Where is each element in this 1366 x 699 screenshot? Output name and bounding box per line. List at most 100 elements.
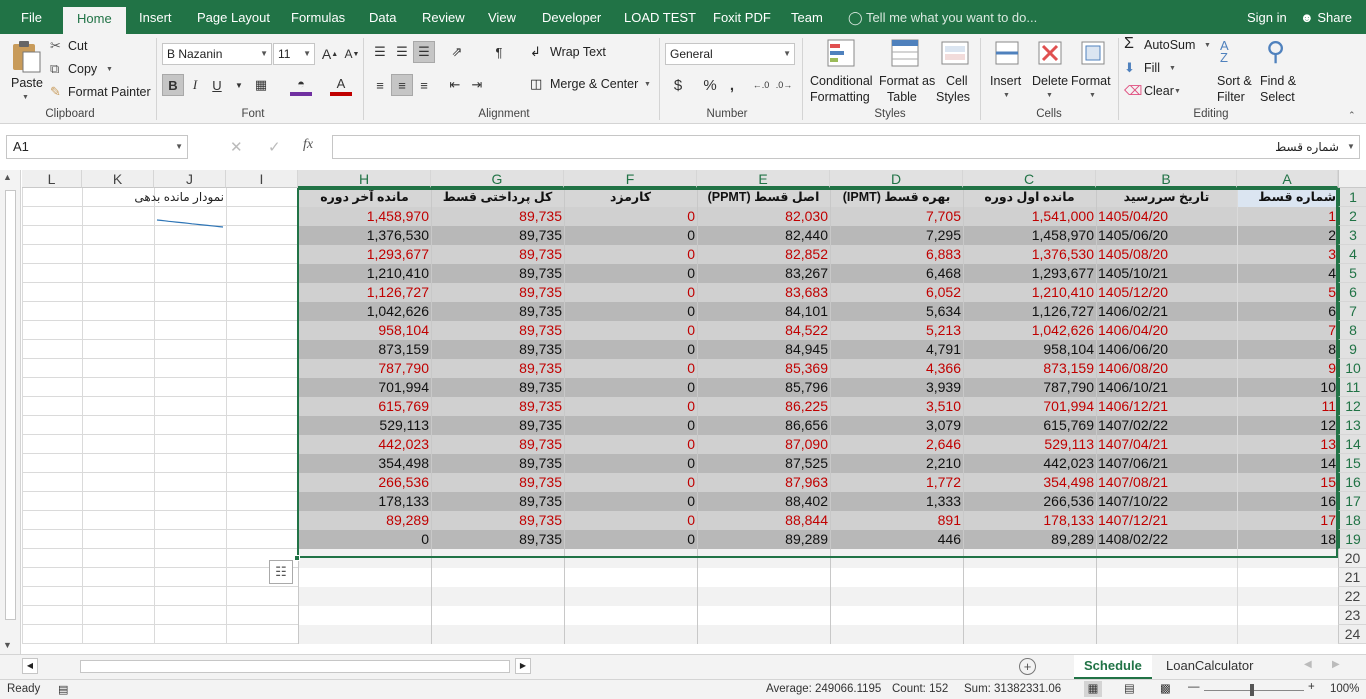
next-sheet-icon[interactable]: ▶ bbox=[1332, 659, 1340, 670]
format-as-table-button[interactable]: Format as Table bbox=[876, 36, 935, 104]
table-cell-c[interactable]: 1,458,970 bbox=[963, 226, 1096, 245]
column-header-l[interactable]: L bbox=[22, 170, 82, 188]
table-cell-b[interactable]: 1407/06/21 bbox=[1096, 454, 1237, 473]
table-cell-g[interactable]: 89,735 bbox=[431, 302, 564, 321]
table-cell-e[interactable]: 87,963 bbox=[697, 473, 830, 492]
row-header[interactable]: 12 bbox=[1338, 397, 1366, 416]
table-cell-d[interactable]: 6,883 bbox=[830, 245, 963, 264]
tab-home[interactable]: Home bbox=[63, 7, 126, 34]
table-cell-d[interactable]: 3,079 bbox=[830, 416, 963, 435]
table-cell-d[interactable]: 5,213 bbox=[830, 321, 963, 340]
row-header[interactable]: 18 bbox=[1338, 511, 1366, 530]
table-cell-h[interactable]: 354,498 bbox=[298, 454, 431, 473]
page-layout-view-icon[interactable]: ▤ bbox=[1124, 681, 1135, 695]
row-header[interactable]: 19 bbox=[1338, 530, 1366, 549]
table-cell-b[interactable]: 1407/10/22 bbox=[1096, 492, 1237, 511]
table-cell-b[interactable]: 1406/02/21 bbox=[1096, 302, 1237, 321]
table-cell-h[interactable]: 89,289 bbox=[298, 511, 431, 530]
table-cell-d[interactable]: 6,468 bbox=[830, 264, 963, 283]
orientation-icon[interactable]: ⇗ bbox=[446, 41, 468, 63]
table-cell-a[interactable]: 1 bbox=[1237, 207, 1338, 226]
table-cell-f[interactable]: 0 bbox=[564, 378, 697, 397]
table-cell-e[interactable]: 86,656 bbox=[697, 416, 830, 435]
row-header[interactable]: 23 bbox=[1338, 606, 1366, 625]
table-cell-c[interactable]: 1,126,727 bbox=[963, 302, 1096, 321]
table-cell-b[interactable]: 1405/06/20 bbox=[1096, 226, 1237, 245]
cancel-entry-icon[interactable]: ✕ bbox=[230, 138, 243, 156]
zoom-in-icon[interactable]: + bbox=[1308, 681, 1315, 693]
quick-analysis-icon[interactable]: ☷ bbox=[269, 560, 293, 584]
row-header[interactable]: 1 bbox=[1338, 188, 1366, 207]
table-cell-g[interactable]: 89,735 bbox=[431, 321, 564, 340]
table-cell-g[interactable]: 89,735 bbox=[431, 283, 564, 302]
table-cell-d[interactable]: 6,052 bbox=[830, 283, 963, 302]
table-cell-f[interactable]: 0 bbox=[564, 397, 697, 416]
table-cell-h[interactable]: 1,210,410 bbox=[298, 264, 431, 283]
table-cell-a[interactable]: 12 bbox=[1237, 416, 1338, 435]
table-cell-h[interactable]: 0 bbox=[298, 530, 431, 549]
name-box[interactable]: A1 ▼ bbox=[6, 135, 188, 159]
decrease-font-icon[interactable]: A ▼ bbox=[341, 43, 363, 65]
table-header-b[interactable]: تاریخ سررسید bbox=[1096, 188, 1237, 207]
table-cell-g[interactable]: 89,735 bbox=[431, 511, 564, 530]
table-cell-c[interactable]: 529,113 bbox=[963, 435, 1096, 454]
table-cell-h[interactable]: 1,458,970 bbox=[298, 207, 431, 226]
table-cell-b[interactable]: 1407/04/21 bbox=[1096, 435, 1237, 454]
tab-load-test[interactable]: LOAD TEST bbox=[622, 6, 698, 34]
table-cell-g[interactable]: 89,735 bbox=[431, 454, 564, 473]
find-select-button[interactable]: ⚲ Find & Select bbox=[1258, 36, 1306, 104]
table-cell-f[interactable]: 0 bbox=[564, 264, 697, 283]
table-cell-h[interactable]: 787,790 bbox=[298, 359, 431, 378]
table-cell-f[interactable]: 0 bbox=[564, 226, 697, 245]
table-cell-c[interactable]: 354,498 bbox=[963, 473, 1096, 492]
font-name-select[interactable]: B Nazanin ▼ bbox=[162, 43, 272, 65]
cell-styles-button[interactable]: Cell Styles bbox=[934, 36, 976, 104]
table-cell-g[interactable]: 89,735 bbox=[431, 245, 564, 264]
table-cell-g[interactable]: 89,735 bbox=[431, 378, 564, 397]
row-header[interactable]: 24 bbox=[1338, 625, 1366, 644]
table-cell-a[interactable]: 16 bbox=[1237, 492, 1338, 511]
table-cell-c[interactable]: 1,541,000 bbox=[963, 207, 1096, 226]
table-cell-d[interactable]: 891 bbox=[830, 511, 963, 530]
sort-filter-button[interactable]: AZ Sort & Filter bbox=[1212, 36, 1258, 104]
table-cell-b[interactable]: 1405/10/21 bbox=[1096, 264, 1237, 283]
row-header[interactable]: 20 bbox=[1338, 549, 1366, 568]
table-cell-c[interactable]: 1,293,677 bbox=[963, 264, 1096, 283]
table-cell-d[interactable]: 1,772 bbox=[830, 473, 963, 492]
borders-icon[interactable]: ▦ bbox=[250, 74, 272, 96]
column-header-h[interactable]: H bbox=[298, 170, 431, 188]
column-header-a[interactable]: A bbox=[1237, 170, 1338, 188]
table-cell-b[interactable]: 1406/04/20 bbox=[1096, 321, 1237, 340]
comma-button[interactable]: , bbox=[721, 74, 743, 96]
table-header-e[interactable]: اصل قسط (PPMT) bbox=[697, 188, 830, 207]
table-cell-d[interactable]: 2,210 bbox=[830, 454, 963, 473]
table-cell-c[interactable]: 1,210,410 bbox=[963, 283, 1096, 302]
table-cell-c[interactable]: 701,994 bbox=[963, 397, 1096, 416]
table-cell-a[interactable]: 13 bbox=[1237, 435, 1338, 454]
increase-decimal-icon[interactable]: ←.0 bbox=[750, 74, 772, 96]
column-header-g[interactable]: G bbox=[431, 170, 564, 188]
table-cell-e[interactable]: 84,522 bbox=[697, 321, 830, 340]
table-cell-d[interactable]: 4,366 bbox=[830, 359, 963, 378]
table-cell-c[interactable]: 1,376,530 bbox=[963, 245, 1096, 264]
table-cell-d[interactable]: 7,705 bbox=[830, 207, 963, 226]
row-header[interactable]: 4 bbox=[1338, 245, 1366, 264]
tab-insert[interactable]: Insert bbox=[137, 6, 174, 34]
table-cell-a[interactable]: 4 bbox=[1237, 264, 1338, 283]
table-cell-f[interactable]: 0 bbox=[564, 454, 697, 473]
table-cell-g[interactable]: 89,735 bbox=[431, 207, 564, 226]
zoom-slider[interactable] bbox=[1204, 690, 1304, 691]
table-cell-b[interactable]: 1406/12/21 bbox=[1096, 397, 1237, 416]
tab-page-layout[interactable]: Page Layout bbox=[195, 6, 272, 34]
sign-in-link[interactable]: Sign in bbox=[1245, 6, 1289, 34]
table-cell-d[interactable]: 1,333 bbox=[830, 492, 963, 511]
tab-team[interactable]: Team bbox=[789, 6, 825, 34]
table-cell-h[interactable]: 958,104 bbox=[298, 321, 431, 340]
table-header-c[interactable]: مانده اول دوره bbox=[963, 188, 1096, 207]
table-cell-a[interactable]: 9 bbox=[1237, 359, 1338, 378]
row-header[interactable]: 6 bbox=[1338, 283, 1366, 302]
table-cell-e[interactable]: 82,852 bbox=[697, 245, 830, 264]
table-cell-f[interactable]: 0 bbox=[564, 435, 697, 454]
table-cell-h[interactable]: 615,769 bbox=[298, 397, 431, 416]
table-cell-e[interactable]: 89,289 bbox=[697, 530, 830, 549]
